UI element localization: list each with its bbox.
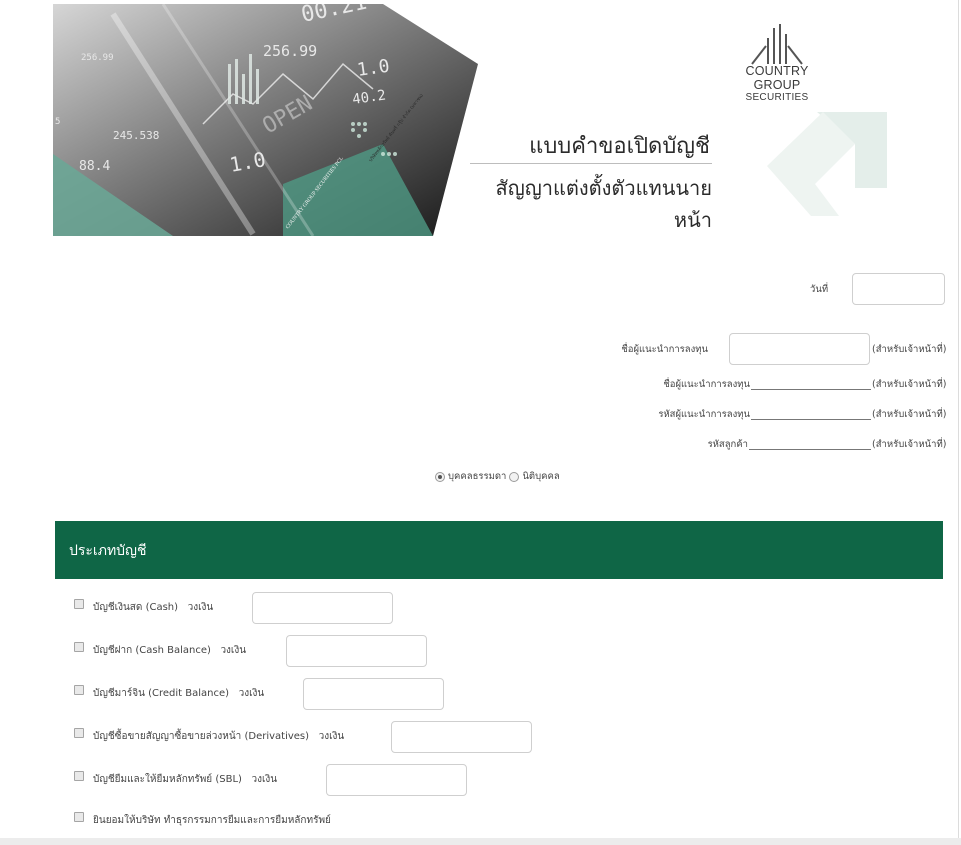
account-derivatives-checkbox[interactable] bbox=[74, 728, 84, 738]
account-derivatives-limit-field[interactable] bbox=[391, 721, 532, 753]
company-logo: COUNTRY GROUP SECURITIES bbox=[722, 20, 832, 104]
account-sbl-label: บัญชียืมและให้ยืมหลักทรัพย์ (SBL) วงเงิน bbox=[93, 774, 278, 785]
date-field[interactable] bbox=[852, 273, 945, 305]
account-sbl-checkbox[interactable] bbox=[74, 771, 84, 781]
advisor-name-underline bbox=[751, 389, 871, 390]
customer-code-line-label: รหัสลูกค้า bbox=[707, 439, 748, 450]
banner-number: 256.99 bbox=[263, 42, 317, 60]
advisor-code-line-label: รหัสผู้แนะนำการลงทุน bbox=[658, 409, 750, 420]
customer-code-underline bbox=[749, 449, 871, 450]
account-cash-checkbox[interactable] bbox=[74, 599, 84, 609]
account-cash-limit-field[interactable] bbox=[252, 592, 393, 624]
person-type-group: บุคคลธรรมดา นิติบุคคล bbox=[435, 469, 560, 484]
logo-mark-icon bbox=[751, 24, 803, 65]
consent-checkbox[interactable] bbox=[74, 812, 84, 822]
bottom-scroll-area bbox=[0, 838, 961, 845]
account-type-section-header: ประเภทบัญชี bbox=[55, 521, 943, 579]
officer-note: (สำหรับเจ้าหน้าที่) bbox=[872, 344, 947, 355]
banner-number: 5 bbox=[55, 117, 60, 127]
page-title: แบบคำขอเปิดบัญชี bbox=[529, 134, 710, 159]
banner-number: 88.4 bbox=[79, 159, 110, 174]
radio-individual[interactable] bbox=[435, 471, 445, 482]
account-cash-balance-checkbox[interactable] bbox=[74, 642, 84, 652]
advisor-name-field[interactable] bbox=[729, 333, 870, 365]
officer-note: (สำหรับเจ้าหน้าที่) bbox=[872, 439, 947, 450]
advisor-code-underline bbox=[751, 419, 871, 420]
consent-label: ยินยอมให้บริษัท ทำธุรกรรมการยืมและการยืม… bbox=[93, 815, 331, 826]
account-cash-label: บัญชีเงินสด (Cash) วงเงิน bbox=[93, 602, 214, 613]
date-label: วันที่ bbox=[810, 284, 829, 295]
section-title: ประเภทบัญชี bbox=[69, 543, 147, 559]
advisor-name-line-label: ชื่อผู้แนะนำการลงทุน bbox=[663, 379, 750, 390]
logo-company-name: COUNTRY GROUP bbox=[745, 64, 809, 92]
banner-number: 245.538 bbox=[113, 129, 159, 142]
logo-division: SECURITIES bbox=[745, 92, 809, 103]
page-subtitle: สัญญาแต่งตั้งตัวแทนนายหน้า bbox=[495, 176, 712, 232]
radio-individual-label: บุคคลธรรมดา bbox=[448, 471, 507, 482]
account-credit-balance-label: บัญชีมาร์จิน (Credit Balance) วงเงิน bbox=[93, 688, 265, 699]
account-credit-balance-limit-field[interactable] bbox=[303, 678, 444, 710]
header-banner-image: 00.21 256.99 256.99 1.0 40.2 OPEN 245.53… bbox=[53, 4, 478, 236]
officer-note: (สำหรับเจ้าหน้าที่) bbox=[872, 379, 947, 390]
radio-juristic-label: นิติบุคคล bbox=[522, 471, 560, 482]
account-cash-balance-label: บัญชีฝาก (Cash Balance) วงเงิน bbox=[93, 645, 247, 656]
account-derivatives-label: บัญชีซื้อขายสัญญาซื้อขายล่วงหน้า (Deriva… bbox=[93, 731, 345, 742]
account-cash-balance-limit-field[interactable] bbox=[286, 635, 427, 667]
officer-note: (สำหรับเจ้าหน้าที่) bbox=[872, 409, 947, 420]
watermark-arrow-icon bbox=[767, 112, 887, 216]
account-sbl-limit-field[interactable] bbox=[326, 764, 467, 796]
radio-juristic[interactable] bbox=[509, 471, 520, 482]
title-divider bbox=[470, 163, 712, 164]
banner-number: 1.0 bbox=[356, 56, 391, 81]
banner-number: 256.99 bbox=[81, 53, 114, 63]
advisor-name-label: ชื่อผู้แนะนำการลงทุน bbox=[621, 344, 708, 355]
account-credit-balance-checkbox[interactable] bbox=[74, 685, 84, 695]
